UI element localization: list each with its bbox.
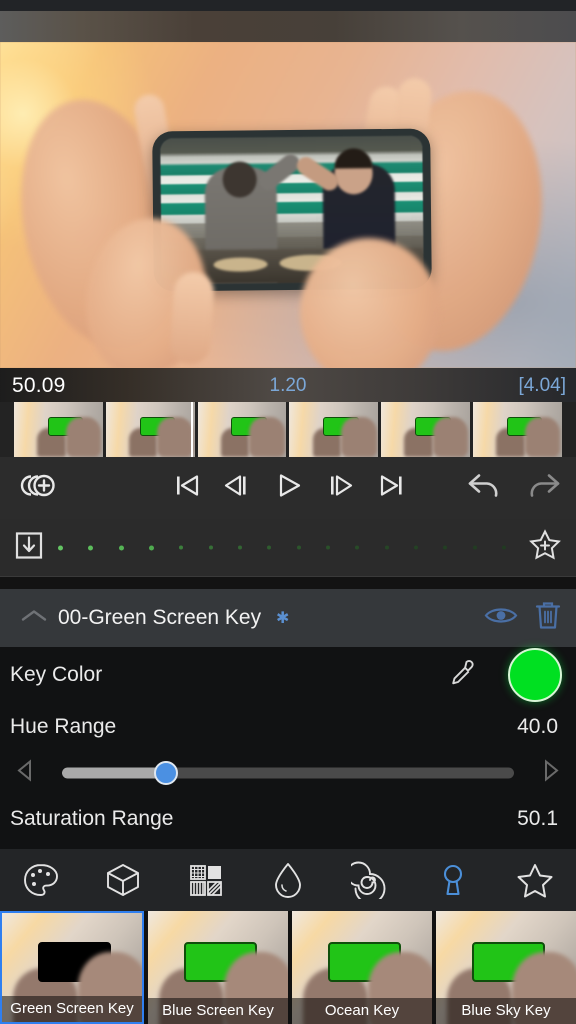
transport-controls: FINDMEAPK [0,457,576,990]
chevron-up-icon[interactable] [20,607,48,630]
preset-list: Green Screen Key Blue Screen Key Ocean K… [0,911,576,1024]
keyframe-dot[interactable] [501,545,506,550]
keyframe-dot[interactable] [472,545,477,550]
frame-hand-right [157,417,193,457]
slider-track[interactable] [62,767,514,779]
filmstrip-frame[interactable] [105,402,195,457]
skip-to-end-icon[interactable] [377,471,407,506]
status-bar [0,0,576,11]
finger-4 [168,270,216,366]
add-favorite-star-icon[interactable] [528,528,562,567]
skip-to-start-icon[interactable] [172,471,202,506]
frame-hand-right [432,417,469,457]
frame-hand-right [249,417,285,457]
saturation-range-row: Saturation Range 50.1 [0,795,576,843]
visibility-eye-icon[interactable] [484,604,518,633]
slider-track-fill [62,767,166,779]
saturation-range-label: Saturation Range [10,807,174,830]
keyframe-dot[interactable] [88,545,94,550]
frame-hand-right [65,417,102,457]
playhead-position: 1.20 [269,375,307,396]
keyhole-icon[interactable] [411,861,493,899]
timeline-playhead[interactable] [191,402,193,457]
video-preview[interactable] [0,42,576,368]
keyframe-row [0,519,576,577]
person-left-head [222,161,257,198]
filmstrip-frame[interactable] [473,402,562,457]
decrement-arrow-icon[interactable] [16,759,34,787]
saturation-range-value: 50.1 [517,807,558,830]
effect-header[interactable]: 00-Green Screen Key ✱ [0,589,576,647]
frame-hand-right [341,417,377,457]
hue-range-slider[interactable] [0,751,576,795]
panel-divider [0,577,576,589]
cube-icon[interactable] [82,861,164,899]
keyframe-dots[interactable] [58,545,506,550]
keyframe-dot[interactable] [58,545,63,550]
preset-label: Ocean Key [292,998,432,1024]
timeline-filmstrip[interactable] [0,402,576,457]
play-icon[interactable] [274,471,304,506]
filmstrip-frame[interactable] [197,402,287,457]
preset-item[interactable]: Blue Screen Key [148,911,288,1024]
hue-range-label: Hue Range [10,715,117,738]
save-icon[interactable] [14,529,44,566]
increment-arrow-icon[interactable] [542,759,560,787]
keyframe-dot[interactable] [208,545,213,550]
next-frame-icon[interactable] [326,471,356,506]
preset-label: Blue Screen Key [148,998,288,1024]
keyframe-dot[interactable] [267,545,272,550]
previous-frame-icon[interactable] [222,471,252,506]
keyframe-dot[interactable] [413,545,418,550]
keyframe-dot[interactable] [355,545,360,550]
preset-label: Green Screen Key [2,996,142,1022]
top-blur-bar [0,11,576,42]
keyframe-dot[interactable] [384,545,389,550]
filmstrip-frame[interactable] [289,402,379,457]
keyframe-dot[interactable] [443,545,448,550]
effect-modified-star-icon: ✱ [276,610,290,627]
star-icon[interactable] [494,861,576,899]
palette-icon[interactable] [0,861,82,899]
video-editor-app: 50.09 1.20 [4.04] 00-Green Screen Key ✱ … [0,0,576,1024]
key-color-label: Key Color [10,663,103,686]
keyframe-dot[interactable] [325,545,330,550]
effect-title: 00-Green Screen Key [58,606,262,629]
frame-hand-right [524,417,561,457]
water-drop-icon[interactable] [247,861,329,899]
keyframe-dot[interactable] [237,545,242,550]
eyedropper-icon[interactable] [448,658,478,693]
total-duration: [4.04] [518,375,566,396]
layers-add-icon[interactable] [16,470,62,507]
key-color-row[interactable]: Key Color [0,647,576,703]
slider-thumb[interactable] [153,761,178,785]
keyframe-dot[interactable] [118,545,124,550]
hue-range-row: Hue Range 40.0 [0,703,576,751]
key-color-swatch[interactable] [508,648,562,702]
preset-item[interactable]: Green Screen Key [0,911,144,1024]
hue-range-value: 40.0 [517,715,558,738]
keyframe-dot[interactable] [148,545,154,550]
time-bar: 50.09 1.20 [4.04] [0,368,576,402]
filmstrip-frame[interactable] [14,402,103,457]
keyframe-dot[interactable] [296,545,301,550]
undo-icon[interactable] [466,470,504,507]
filmstrip-frame[interactable] [381,402,471,457]
preset-item[interactable]: Ocean Key [292,911,432,1024]
parameters-panel: Key Color Hue Range 40.0 Saturation Rang… [0,647,576,849]
pattern-grid-icon[interactable] [165,861,247,899]
effect-category-toolbar [0,849,576,911]
spiral-icon[interactable] [329,861,411,899]
preset-item[interactable]: Blue Sky Key [436,911,576,1024]
redo-icon[interactable] [524,470,562,507]
preset-label: Blue Sky Key [436,998,576,1024]
delete-trash-icon[interactable] [534,600,562,637]
keyframe-dot[interactable] [179,545,184,550]
